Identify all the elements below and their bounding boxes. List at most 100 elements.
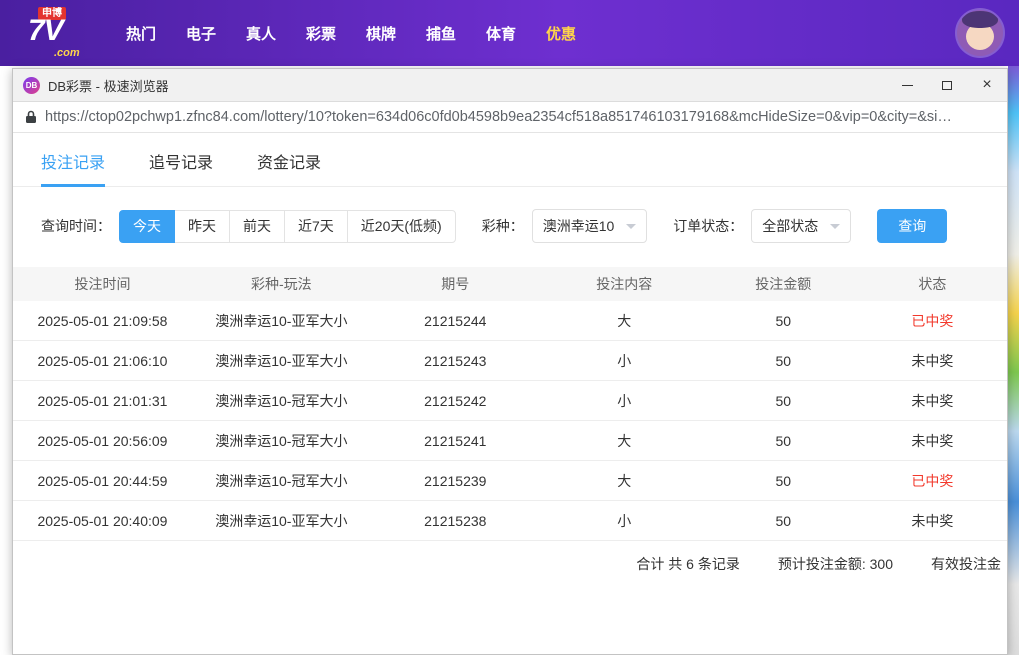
tab-1[interactable]: 追号记录 <box>149 149 213 186</box>
cell-amount: 50 <box>775 312 792 329</box>
summary-valid-amount: 有效投注金 <box>931 556 1001 572</box>
top-nav: 热门 电子 真人 彩票 棋牌 捕鱼 体育 优惠 <box>126 23 576 44</box>
nav-item-4[interactable]: 棋牌 <box>366 23 396 44</box>
cell-issue: 21215238 <box>424 512 487 529</box>
time-filter-label: 查询时间： <box>41 218 111 234</box>
time-filter-2[interactable]: 前天 <box>229 209 285 243</box>
cell-time: 2025-05-01 21:01:31 <box>37 392 168 409</box>
cell-game: 澳洲幸运10-亚军大小 <box>215 312 348 329</box>
cell-time: 2025-05-01 20:56:09 <box>37 432 168 449</box>
cell-content: 大 <box>617 432 632 449</box>
tab-2[interactable]: 资金记录 <box>257 149 321 186</box>
nav-item-0[interactable]: 热门 <box>126 23 156 44</box>
cell-content: 大 <box>617 312 632 329</box>
bet-records-table: 投注时间 彩种-玩法 期号 投注内容 投注金额 状态 2025-05-01 21:09:5… <box>13 267 1007 541</box>
lottery-select-value: 澳洲幸运10 <box>542 218 615 234</box>
chevron-down-icon <box>830 223 841 229</box>
browser-app-icon: DB <box>23 76 40 94</box>
close-button[interactable]: × <box>967 69 1007 102</box>
cell-game: 澳洲幸运10-冠军大小 <box>215 432 348 449</box>
time-filter-4[interactable]: 近20天(低频) <box>346 209 456 243</box>
brand-logo[interactable]: 申博 7V .com <box>24 6 94 60</box>
table-row: 2025-05-01 21:01:31 澳洲幸运10-冠军大小 21215242 小 5… <box>13 381 1007 421</box>
nav-item-5[interactable]: 捕鱼 <box>426 23 456 44</box>
maximize-icon <box>942 80 952 90</box>
time-filter-3[interactable]: 近7天 <box>284 209 348 243</box>
time-filter-1[interactable]: 昨天 <box>174 209 230 243</box>
order-status-select[interactable]: 全部状态 <box>751 209 852 243</box>
header-cell-2: 期号 <box>441 276 470 292</box>
nav-item-7[interactable]: 优惠 <box>546 23 576 44</box>
brand-suffix: .com <box>54 47 80 59</box>
tab-0[interactable]: 投注记录 <box>41 149 106 187</box>
header-cell-3: 投注内容 <box>596 276 653 292</box>
order-status-value: 全部状态 <box>762 218 819 234</box>
cell-issue: 21215242 <box>424 392 487 409</box>
header-cell-5: 状态 <box>918 276 947 292</box>
summary-row: 合计 共 6 条记录 预计投注金额: 300 有效投注金 <box>13 541 1007 587</box>
filter-bar: 查询时间： 今天 昨天 前天 近7天 近20天(低频) 彩种： 澳洲幸运10 订单状态：… <box>41 209 1007 243</box>
window-title: DB彩票 - 极速浏览器 <box>48 78 169 94</box>
nav-item-6[interactable]: 体育 <box>486 23 516 44</box>
cell-content: 小 <box>617 392 632 409</box>
page-content: 投注记录 追号记录 资金记录 查询时间： 今天 昨天 前天 近7天 近20天(低频) 彩种：… <box>13 133 1007 654</box>
cell-time: 2025-05-01 21:06:10 <box>37 352 168 369</box>
address-bar: https://ctop02pchwp1.zfnc84.com/lottery/… <box>13 102 1007 133</box>
cell-status: 未中奖 <box>911 432 954 449</box>
summary-total: 合计 共 6 条记录 <box>636 556 740 572</box>
cell-game: 澳洲幸运10-亚军大小 <box>215 512 348 529</box>
status-filter-label: 订单状态： <box>673 218 744 234</box>
header-cell-4: 投注金额 <box>755 276 812 292</box>
cell-status: 已中奖 <box>911 472 954 489</box>
cell-issue: 21215241 <box>424 432 487 449</box>
user-avatar[interactable] <box>957 10 1003 56</box>
table-row: 2025-05-01 21:09:58 澳洲幸运10-亚军大小 21215244 大 5… <box>13 301 1007 341</box>
cell-game: 澳洲幸运10-冠军大小 <box>215 392 348 409</box>
cell-content: 小 <box>617 512 632 529</box>
nav-item-3[interactable]: 彩票 <box>306 23 336 44</box>
cell-amount: 50 <box>775 392 792 409</box>
cell-time: 2025-05-01 20:40:09 <box>37 512 168 529</box>
cell-game: 澳洲幸运10-亚军大小 <box>215 352 348 369</box>
cell-content: 大 <box>617 472 632 489</box>
header-cell-1: 彩种-玩法 <box>251 276 312 292</box>
url-input[interactable]: https://ctop02pchwp1.zfnc84.com/lottery/… <box>45 109 995 125</box>
nav-item-2[interactable]: 真人 <box>246 23 276 44</box>
cell-amount: 50 <box>775 432 792 449</box>
cell-status: 未中奖 <box>911 512 954 529</box>
nav-item-1[interactable]: 电子 <box>186 23 216 44</box>
cell-issue: 21215244 <box>424 312 487 329</box>
cell-amount: 50 <box>775 352 792 369</box>
table-row: 2025-05-01 20:56:09 澳洲幸运10-冠军大小 21215241 大 5… <box>13 421 1007 461</box>
browser-window: DB DB彩票 - 极速浏览器 × https://ctop02pchwp1.z… <box>12 68 1008 655</box>
tabs: 投注记录 追号记录 资金记录 <box>13 133 1007 187</box>
cell-amount: 50 <box>775 472 792 489</box>
maximize-button[interactable] <box>927 69 967 102</box>
chevron-down-icon <box>626 223 637 229</box>
lock-icon[interactable] <box>25 110 37 124</box>
table-row: 2025-05-01 20:44:59 澳洲幸运10-冠军大小 21215239 大 5… <box>13 461 1007 501</box>
site-topbar: 申博 7V .com 热门 电子 真人 彩票 棋牌 捕鱼 体育 优惠 <box>0 0 1019 66</box>
cell-status: 未中奖 <box>911 392 954 409</box>
table-row: 2025-05-01 21:06:10 澳洲幸运10-亚军大小 21215243 小 5… <box>13 341 1007 381</box>
table-body: 2025-05-01 21:09:58 澳洲幸运10-亚军大小 21215244 大 5… <box>13 301 1007 541</box>
query-button[interactable]: 查询 <box>877 209 948 243</box>
cell-content: 小 <box>617 352 632 369</box>
table-header: 投注时间 彩种-玩法 期号 投注内容 投注金额 状态 <box>13 267 1007 301</box>
cell-status: 未中奖 <box>911 352 954 369</box>
table-row: 2025-05-01 20:40:09 澳洲幸运10-亚军大小 21215238 小 5… <box>13 501 1007 541</box>
cell-game: 澳洲幸运10-冠军大小 <box>215 472 348 489</box>
minimize-button[interactable] <box>887 69 927 102</box>
cell-time: 2025-05-01 21:09:58 <box>37 312 168 329</box>
lottery-select[interactable]: 澳洲幸运10 <box>531 209 648 243</box>
lottery-filter-label: 彩种： <box>481 218 524 234</box>
close-icon: × <box>982 76 992 93</box>
brand-name: 7V <box>28 14 64 47</box>
header-cell-0: 投注时间 <box>74 276 131 292</box>
minimize-icon <box>901 84 913 86</box>
background-page-sliver <box>1008 66 1019 655</box>
summary-expected-amount: 预计投注金额: 300 <box>777 556 893 572</box>
time-filter-0[interactable]: 今天 <box>119 209 175 243</box>
cell-amount: 50 <box>775 512 792 529</box>
window-titlebar[interactable]: DB DB彩票 - 极速浏览器 × <box>13 69 1007 102</box>
